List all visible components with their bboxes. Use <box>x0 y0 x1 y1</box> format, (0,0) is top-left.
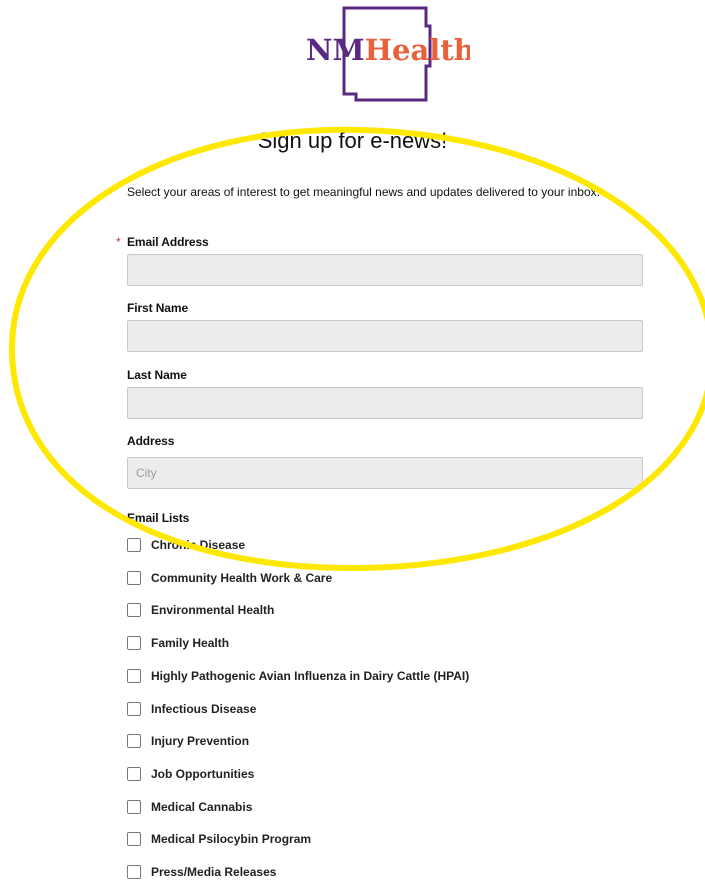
list-item-label: Injury Prevention <box>151 734 250 749</box>
last-name-label: Last Name <box>127 368 187 382</box>
list-item-label: Chronic Disease <box>151 538 246 552</box>
list-item-label: Press/Media Releases <box>151 865 277 879</box>
list-item[interactable]: Medical Psilocybin Program <box>127 831 311 847</box>
list-item[interactable]: Injury Prevention <box>127 733 249 749</box>
list-item[interactable]: Medical Cannabis <box>127 799 252 815</box>
page-title: Sign up for e-news! <box>257 128 448 153</box>
address-label: Address <box>127 434 175 448</box>
list-checkbox[interactable] <box>127 538 141 552</box>
list-item-label: Family Health <box>151 636 230 651</box>
list-item-label: Job Opportunities <box>151 766 255 781</box>
first-name-field[interactable] <box>127 320 643 352</box>
email-label-text: Email Address <box>127 235 209 249</box>
first-name-label: First Name <box>127 301 189 315</box>
list-checkbox[interactable] <box>127 865 141 879</box>
required-asterisk: * <box>116 235 121 249</box>
list-item-label: Community Health Work & Care <box>151 570 333 585</box>
list-item-label: Medical Cannabis <box>151 799 253 814</box>
list-item[interactable]: Job Opportunities <box>127 766 254 782</box>
city-field[interactable] <box>127 457 643 489</box>
list-checkbox[interactable] <box>127 701 141 716</box>
list-item[interactable]: Highly Pathogenic Avian Influenza in Dai… <box>127 668 469 684</box>
list-item[interactable]: Infectious Disease <box>127 701 256 717</box>
logo-health-text: Health <box>365 33 470 67</box>
email-label: * Email Address <box>116 235 209 249</box>
list-checkbox[interactable] <box>127 734 141 749</box>
list-item[interactable]: Environmental Health <box>127 602 274 618</box>
last-name-field[interactable] <box>127 387 643 419</box>
logo-nm-text: NM <box>306 33 365 67</box>
list-item[interactable]: Chronic Disease <box>127 537 245 553</box>
svg-text:NMHealth: NMHealth <box>306 33 470 67</box>
list-checkbox[interactable] <box>127 832 141 847</box>
list-checkbox[interactable] <box>127 668 141 683</box>
list-item-label: Infectious Disease <box>151 701 257 716</box>
list-item-label: Highly Pathogenic Avian Influenza in Dai… <box>151 668 470 683</box>
intro-text: Select your areas of interest to get mea… <box>127 185 600 199</box>
email-lists-label: Email Lists <box>127 511 190 525</box>
nmhealth-logo: NMHealth <box>300 6 475 108</box>
list-item[interactable]: Press/Media Releases <box>127 864 276 880</box>
list-checkbox[interactable] <box>127 799 141 814</box>
list-item-label: Medical Psilocybin Program <box>151 832 312 847</box>
list-checkbox[interactable] <box>127 636 141 651</box>
email-field[interactable] <box>127 254 643 286</box>
list-checkbox[interactable] <box>127 603 141 618</box>
list-checkbox[interactable] <box>127 570 141 585</box>
list-item[interactable]: Community Health Work & Care <box>127 570 332 586</box>
list-item[interactable]: Family Health <box>127 635 229 651</box>
list-checkbox[interactable] <box>127 766 141 781</box>
list-item-label: Environmental Health <box>151 603 275 618</box>
